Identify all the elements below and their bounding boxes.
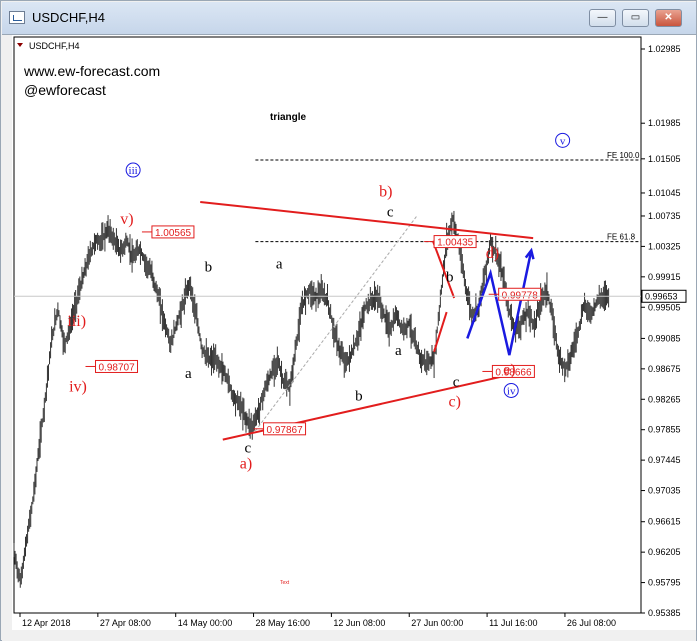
watermark-site: www.ew-forecast.com xyxy=(23,63,160,79)
chart-frame xyxy=(13,36,642,614)
wave-label: iv) xyxy=(69,378,87,395)
y-tick-label: 1.01505 xyxy=(648,154,681,164)
wave-label: a xyxy=(185,366,192,382)
wave-label: c xyxy=(387,204,394,220)
x-tick-label: 14 May 00:00 xyxy=(178,618,233,628)
price-box-label: 0.97867 xyxy=(267,425,304,436)
price-box-label: 0.98707 xyxy=(99,362,136,373)
x-axis: 12 Apr 2018 27 Apr 08:00 14 May 00:00 28 Ma… xyxy=(19,613,616,628)
price-chart[interactable]: FE 100.0 FE 61.8 1.00565 0.98707 0.97867 1.0… xyxy=(12,35,696,630)
wave-label: iii) xyxy=(67,313,86,330)
y-tick-label: 1.01045 xyxy=(648,188,681,198)
y-tick-label: 0.99085 xyxy=(648,333,681,343)
x-tick-label: 27 Jun 00:00 xyxy=(411,618,463,628)
title-bar[interactable]: USDCHF,H4 — ▭ ✕ xyxy=(2,2,696,35)
wave-label: c) xyxy=(449,393,461,410)
y-tick-label: 0.99505 xyxy=(648,302,681,312)
y-tick-label: 0.98675 xyxy=(648,364,681,374)
wave-label: d) xyxy=(486,245,499,262)
watermark-handle: @ewforecast xyxy=(24,82,106,98)
symbol-label: USDCHF,H4 xyxy=(29,41,80,51)
wave-label: iv xyxy=(507,385,516,397)
y-tick-label: 1.01985 xyxy=(648,118,681,128)
wave-label: c xyxy=(453,374,460,390)
y-tick-label: 0.98265 xyxy=(648,394,681,404)
fe-label: FE 61.8 xyxy=(607,233,636,242)
y-tick-label: 0.96205 xyxy=(648,547,681,557)
triangle-label: triangle xyxy=(270,112,307,123)
wave-label: c xyxy=(245,440,252,456)
y-tick-label: 0.95795 xyxy=(648,578,681,588)
close-button[interactable]: ✕ xyxy=(655,9,682,27)
wave-label: b) xyxy=(379,183,392,200)
fe-label: FE 100.0 xyxy=(607,151,640,160)
x-tick-label: 11 Jul 16:00 xyxy=(489,618,537,628)
window-title: USDCHF,H4 xyxy=(32,10,105,25)
chart-canvas[interactable]: FE 100.0 FE 61.8 1.00565 0.98707 0.97867 1.0… xyxy=(12,35,696,630)
wave-label: e) xyxy=(503,361,515,378)
x-tick-label: 28 May 16:00 xyxy=(256,618,311,628)
wave-label: v xyxy=(560,135,566,147)
y-tick-label: 1.00735 xyxy=(648,211,681,221)
x-tick-label: 27 Apr 08:00 xyxy=(100,618,151,628)
x-tick-label: 12 Jun 08:00 xyxy=(333,618,385,628)
text-marker: Text xyxy=(280,580,290,586)
chart-window: USDCHF,H4 — ▭ ✕ FE 100.0 FE 61.8 1.00565 0… xyxy=(0,0,697,641)
price-box-label: 1.00565 xyxy=(155,228,192,239)
x-tick-label: 12 Apr 2018 xyxy=(22,618,71,628)
y-tick-label: 0.96615 xyxy=(648,517,681,527)
y-tick-label: 0.97445 xyxy=(648,455,681,465)
wave-label: v) xyxy=(120,211,133,228)
y-tick-label: 1.00325 xyxy=(648,241,681,251)
y-tick-label: 0.97855 xyxy=(648,425,681,435)
wave-label: b xyxy=(205,259,213,275)
wave-label: a xyxy=(395,343,402,359)
price-box-label: 0.99778 xyxy=(502,290,539,301)
price-box-label: 1.00435 xyxy=(437,238,474,249)
chart-window-icon xyxy=(9,11,25,24)
current-price-label: 0.99653 xyxy=(645,291,678,301)
wave-label: iii xyxy=(129,165,138,177)
wave-label: b xyxy=(355,388,363,404)
bottom-strip xyxy=(2,631,696,641)
y-tick-label: 1.02985 xyxy=(648,44,681,54)
wave-label: a xyxy=(276,256,283,272)
plot-frame xyxy=(13,36,642,614)
y-tick-label: 0.97035 xyxy=(648,486,681,496)
wave-label: b xyxy=(446,270,454,286)
wave-label: a) xyxy=(240,456,252,473)
maximize-button[interactable]: ▭ xyxy=(622,9,649,27)
y-tick-label: 0.95385 xyxy=(648,608,681,618)
minimize-button[interactable]: — xyxy=(589,9,616,27)
x-tick-label: 26 Jul 08:00 xyxy=(567,618,616,628)
y-tick-label: 0.99915 xyxy=(648,272,681,282)
